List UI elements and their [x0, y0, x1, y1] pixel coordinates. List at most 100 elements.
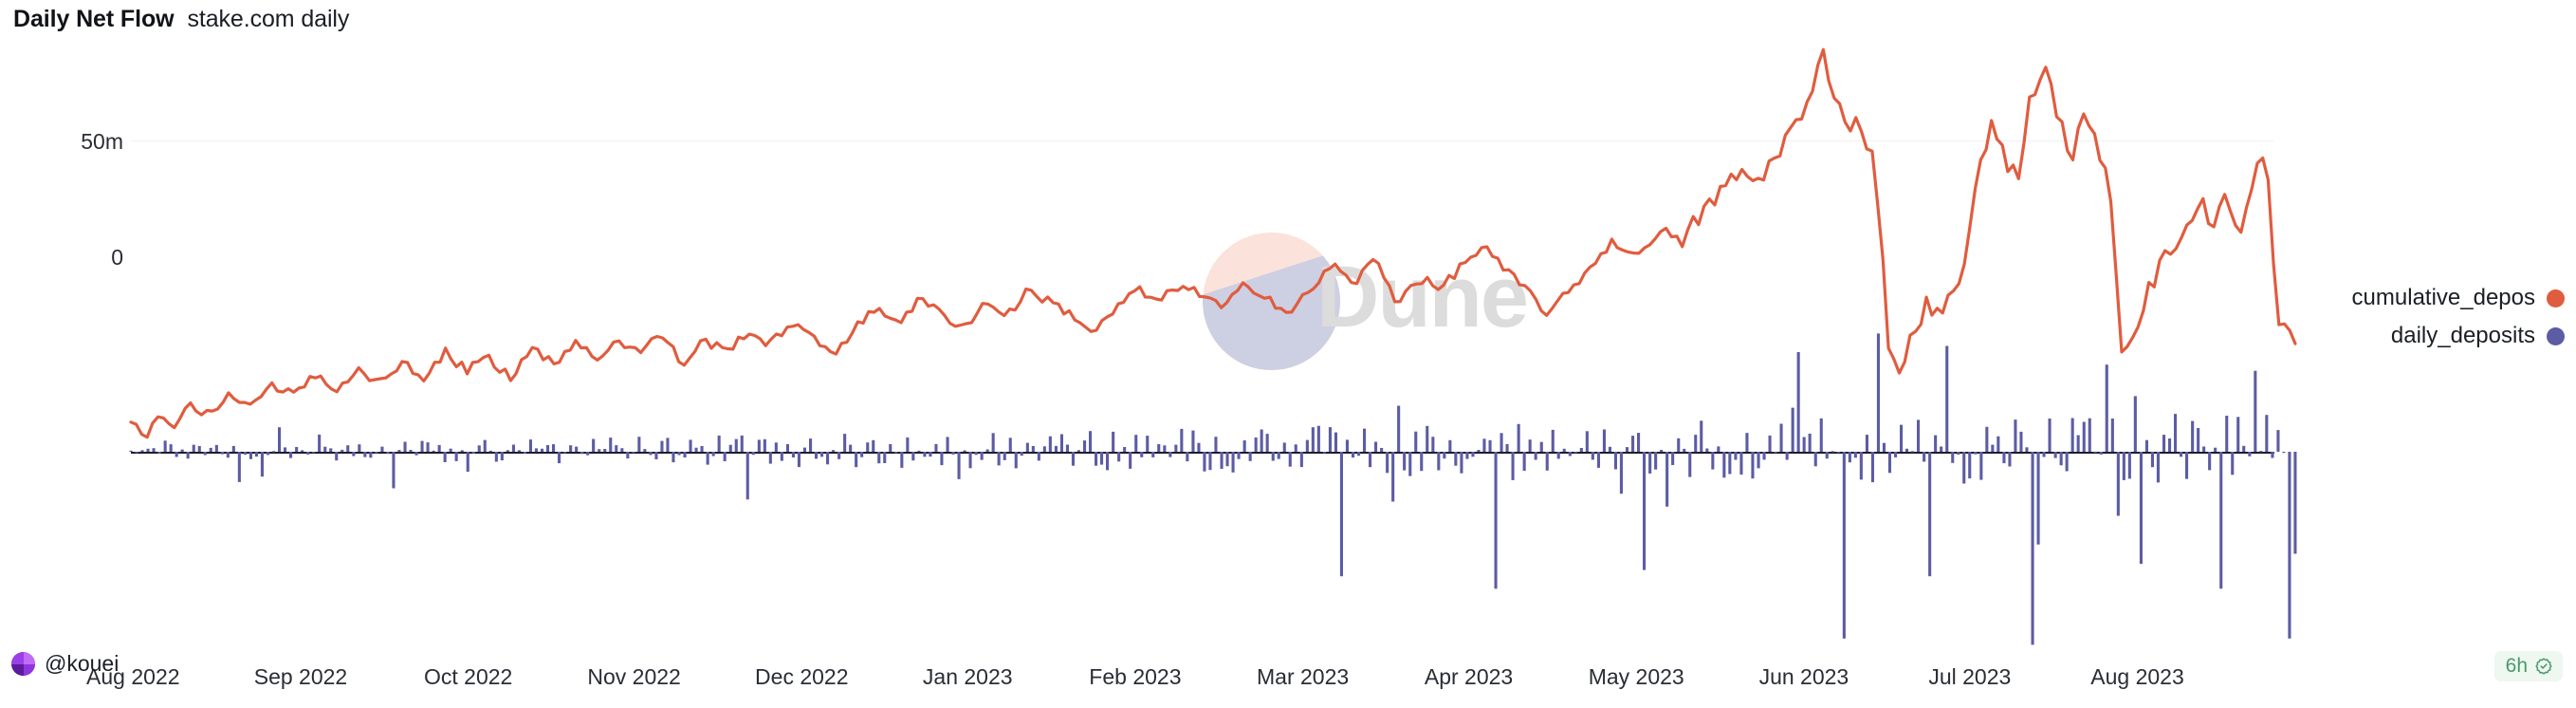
bar[interactable] [1522, 452, 1526, 472]
bar[interactable] [894, 452, 898, 454]
bar[interactable] [820, 452, 824, 457]
bar[interactable] [1791, 407, 1794, 452]
bar[interactable] [654, 452, 658, 459]
bar[interactable] [1020, 452, 1023, 456]
bar[interactable] [1214, 437, 1218, 452]
bar[interactable] [745, 452, 749, 500]
bar[interactable] [403, 441, 407, 453]
bar[interactable] [1265, 434, 1269, 452]
bar[interactable] [1042, 446, 1046, 452]
bar[interactable] [780, 452, 783, 461]
bar[interactable] [1123, 447, 1127, 452]
bar[interactable] [386, 452, 390, 455]
bar[interactable] [146, 448, 150, 452]
bar[interactable] [1448, 439, 1452, 452]
bar[interactable] [1100, 452, 1104, 465]
bar[interactable] [2214, 447, 2217, 452]
bar[interactable] [883, 452, 887, 463]
bar[interactable] [306, 452, 310, 455]
bar[interactable] [1352, 452, 1355, 458]
bar[interactable] [643, 449, 647, 452]
bar[interactable] [1876, 333, 1880, 452]
chart-canvas[interactable]: 50m 0 Dune Aug 2022 Sep 2022 Oct 2022 Nov 2… [0, 38, 2576, 689]
bar[interactable] [1688, 452, 1692, 477]
bar[interactable] [1408, 452, 1412, 476]
bar[interactable] [1482, 438, 1486, 452]
bar[interactable] [1328, 427, 1332, 452]
bar[interactable] [615, 445, 618, 452]
bar[interactable] [1545, 452, 1549, 471]
bar[interactable] [1106, 452, 1110, 471]
bar[interactable] [488, 450, 492, 453]
bar[interactable] [1762, 452, 1766, 460]
bar[interactable] [2191, 420, 2195, 452]
bar[interactable] [1996, 436, 2000, 452]
bar[interactable] [2259, 451, 2263, 453]
bar[interactable] [346, 445, 350, 452]
bar[interactable] [1887, 452, 1891, 474]
bar[interactable] [717, 435, 721, 452]
bar[interactable] [1671, 452, 1675, 465]
bar[interactable] [1494, 452, 1498, 589]
bar[interactable] [2202, 446, 2206, 453]
bar[interactable] [900, 452, 904, 468]
bar[interactable] [1248, 452, 1252, 461]
bar[interactable] [2116, 452, 2120, 516]
bar[interactable] [985, 449, 989, 453]
bar[interactable] [2288, 452, 2291, 639]
bar[interactable] [1853, 452, 1857, 458]
bar[interactable] [409, 450, 413, 452]
bar[interactable] [751, 452, 755, 456]
bar[interactable] [272, 451, 276, 453]
bar[interactable] [1186, 452, 1189, 462]
freshness-badge[interactable]: 6h [2493, 651, 2563, 681]
bar[interactable] [1568, 452, 1572, 456]
bar[interactable] [592, 438, 596, 453]
bar[interactable] [2156, 452, 2160, 483]
bar[interactable] [1334, 432, 1337, 452]
bar[interactable] [2248, 452, 2252, 456]
bar[interactable] [1505, 444, 1509, 452]
bar[interactable] [392, 452, 396, 489]
bar[interactable] [1277, 452, 1280, 459]
bar[interactable] [991, 433, 995, 452]
bar[interactable] [1163, 445, 1167, 452]
bar[interactable] [1220, 452, 1224, 469]
bar[interactable] [454, 452, 458, 461]
bar[interactable] [1619, 452, 1623, 494]
bar[interactable] [1471, 452, 1475, 457]
bar[interactable] [1985, 426, 1989, 452]
bar[interactable] [1813, 452, 1817, 467]
bar[interactable] [1968, 452, 1972, 479]
bar[interactable] [1437, 452, 1441, 471]
bar[interactable] [563, 452, 567, 454]
bar[interactable] [254, 452, 258, 457]
bar[interactable] [1260, 429, 1263, 453]
bar[interactable] [1865, 435, 1868, 452]
bar[interactable] [2002, 452, 2006, 464]
bar[interactable] [214, 444, 218, 452]
bar[interactable] [220, 452, 224, 455]
bar[interactable] [1374, 441, 1378, 453]
bar[interactable] [449, 448, 452, 452]
bar[interactable] [2144, 439, 2148, 452]
bar[interactable] [1500, 433, 1503, 452]
bar[interactable] [1626, 447, 1629, 452]
bar[interactable] [1900, 424, 1904, 452]
bar[interactable] [1174, 444, 1178, 452]
bar[interactable] [957, 452, 961, 479]
bar[interactable] [694, 447, 698, 452]
bar[interactable] [1591, 452, 1594, 460]
bar[interactable] [1825, 452, 1829, 459]
bar[interactable] [637, 437, 641, 452]
bar[interactable] [1751, 452, 1755, 479]
bar[interactable] [1517, 423, 1520, 452]
bar[interactable] [1534, 452, 1537, 460]
bar[interactable] [728, 444, 732, 452]
bar[interactable] [1785, 452, 1789, 460]
bar[interactable] [552, 444, 556, 452]
bar[interactable] [494, 452, 498, 462]
bar[interactable] [432, 450, 435, 452]
bar[interactable] [1357, 452, 1361, 456]
bar[interactable] [1294, 444, 1297, 452]
